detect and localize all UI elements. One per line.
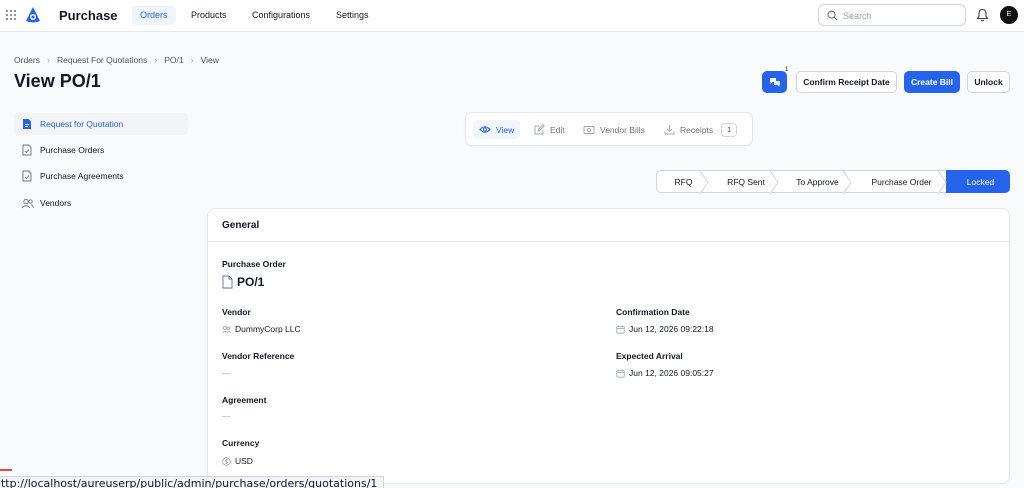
confirmation-date-text: Jun 12, 2026 09:22:18: [629, 324, 714, 334]
nav-configurations[interactable]: Configurations: [244, 6, 318, 25]
chevron-right-icon: ›: [46, 55, 50, 65]
status-step-rfq: RFQ: [656, 170, 709, 194]
status-step-rfq-sent: RFQ Sent: [708, 170, 779, 194]
confirm-receipt-date-button[interactable]: Confirm Receipt Date: [796, 71, 897, 93]
nav-settings[interactable]: Settings: [328, 6, 377, 25]
document-icon: [20, 118, 34, 130]
tab-edit-label: Edit: [550, 124, 565, 135]
tab-receipts-label: Receipts: [680, 124, 714, 135]
link-status-url: http://localhost/aureuserp/public/admin/…: [0, 476, 385, 488]
expected-arrival-value: Jun 12, 2026 09:05:27: [616, 368, 714, 378]
chatter-count-badge: 1: [785, 67, 789, 73]
step-chevron: [700, 171, 709, 194]
top-navbar: Purchase Orders Products Configurations …: [0, 0, 1024, 32]
user-avatar[interactable]: E: [1000, 6, 1018, 24]
sidebar-item-label: Vendors: [40, 198, 72, 208]
currency-text: USD: [235, 456, 253, 466]
document-check-icon: [20, 170, 34, 182]
step-chevron: [770, 171, 779, 194]
tab-edit[interactable]: Edit: [528, 120, 571, 139]
notification-indicator: [0, 469, 12, 471]
confirmation-date-label: Confirmation Date: [616, 307, 690, 317]
status-step-label: Purchase Order: [871, 177, 932, 187]
search-box: [818, 4, 966, 26]
app-logo-icon[interactable]: [24, 6, 42, 24]
calendar-icon: [616, 369, 625, 378]
step-chevron: [843, 171, 852, 194]
purchase-order-value: PO/1: [222, 275, 264, 289]
tab-vendor-bills-label: Vendor Bills: [600, 124, 645, 135]
sidebar-item-purchase-orders[interactable]: Purchase Orders: [14, 139, 188, 161]
breadcrumb-view: View: [200, 55, 219, 65]
tab-receipts[interactable]: Receipts 1: [658, 120, 743, 139]
record-tabs: View Edit Vendor Bills Receipts 1: [465, 112, 753, 146]
search-input[interactable]: [843, 8, 959, 23]
breadcrumb-po[interactable]: PO/1: [164, 55, 183, 65]
document-check-icon: [20, 144, 34, 156]
purchase-order-text: PO/1: [237, 275, 265, 289]
document-icon: [222, 275, 233, 289]
status-step-to-approve: To Approve: [778, 170, 852, 194]
agreement-value: —: [222, 411, 231, 421]
sidebar-item-purchase-agreements[interactable]: Purchase Agreements: [14, 165, 188, 187]
vendor-label: Vendor: [222, 307, 251, 317]
search-icon: [827, 10, 838, 21]
status-step-label: RFQ Sent: [727, 177, 765, 187]
status-step-label: Locked: [966, 177, 995, 187]
currency-value: USD: [222, 456, 253, 466]
general-section-card: General Purchase Order PO/1 Vendor Dummy…: [207, 208, 1010, 484]
unlock-button[interactable]: Unlock: [967, 71, 1010, 93]
tab-view[interactable]: View: [473, 120, 521, 139]
purchase-order-label: Purchase Order: [222, 259, 286, 269]
status-step-purchase-order: Purchase Order: [851, 170, 947, 194]
vendor-reference-label: Vendor Reference: [222, 351, 295, 361]
app-title: Purchase: [59, 8, 118, 23]
currency-dollar-icon: [222, 456, 231, 466]
vendor-reference-value: —: [222, 368, 231, 378]
bell-icon[interactable]: [976, 8, 989, 22]
calendar-icon: [616, 325, 625, 334]
sidebar-item-vendors[interactable]: Vendors: [14, 192, 188, 214]
confirmation-date-value: Jun 12, 2026 09:22:18: [616, 324, 714, 334]
breadcrumb-rfq[interactable]: Request For Quotations: [57, 55, 147, 65]
status-step-locked: Locked: [946, 170, 1010, 193]
step-chevron: [938, 171, 947, 194]
status-stepper: RFQ RFQ Sent To Approve Purchase Order L…: [656, 170, 1010, 194]
receipts-count-badge: 1: [721, 122, 738, 137]
nav-orders[interactable]: Orders: [132, 6, 176, 25]
chatter-button[interactable]: [762, 71, 787, 93]
tab-vendor-bills[interactable]: Vendor Bills: [577, 120, 651, 139]
currency-label: Currency: [222, 438, 260, 448]
chevron-right-icon: ›: [154, 55, 158, 65]
create-bill-button[interactable]: Create Bill: [904, 71, 960, 93]
chat-bubbles-icon: [769, 78, 780, 87]
nav-products[interactable]: Products: [183, 6, 235, 25]
app-grid-icon[interactable]: [6, 10, 16, 20]
banknotes-icon: [583, 125, 595, 134]
download-icon: [664, 125, 675, 135]
expected-arrival-text: Jun 12, 2026 09:05:27: [629, 368, 714, 378]
agreement-label: Agreement: [222, 395, 267, 405]
sidebar-item-request-for-quotation[interactable]: Request for Quotation: [14, 113, 188, 135]
status-step-label: To Approve: [796, 177, 839, 187]
breadcrumb: Orders › Request For Quotations › PO/1 ›…: [14, 55, 219, 65]
pencil-square-icon: [534, 124, 545, 135]
chevron-right-icon: ›: [190, 55, 194, 65]
section-title: General: [208, 209, 1009, 242]
expected-arrival-label: Expected Arrival: [616, 351, 683, 361]
users-icon: [20, 198, 34, 209]
sidebar-item-label: Request for Quotation: [40, 119, 124, 129]
user-group-icon: [222, 325, 231, 333]
sidebar-item-label: Purchase Agreements: [40, 171, 124, 181]
breadcrumb-orders[interactable]: Orders: [14, 55, 40, 65]
page-title: View PO/1: [14, 71, 101, 91]
vendor-text: DummyCorp LLC: [235, 324, 301, 334]
tab-view-label: View: [496, 124, 515, 135]
status-step-label: RFQ: [674, 177, 693, 187]
vendor-value: DummyCorp LLC: [222, 324, 301, 334]
sidebar-item-label: Purchase Orders: [40, 145, 105, 155]
eye-icon: [479, 126, 491, 133]
